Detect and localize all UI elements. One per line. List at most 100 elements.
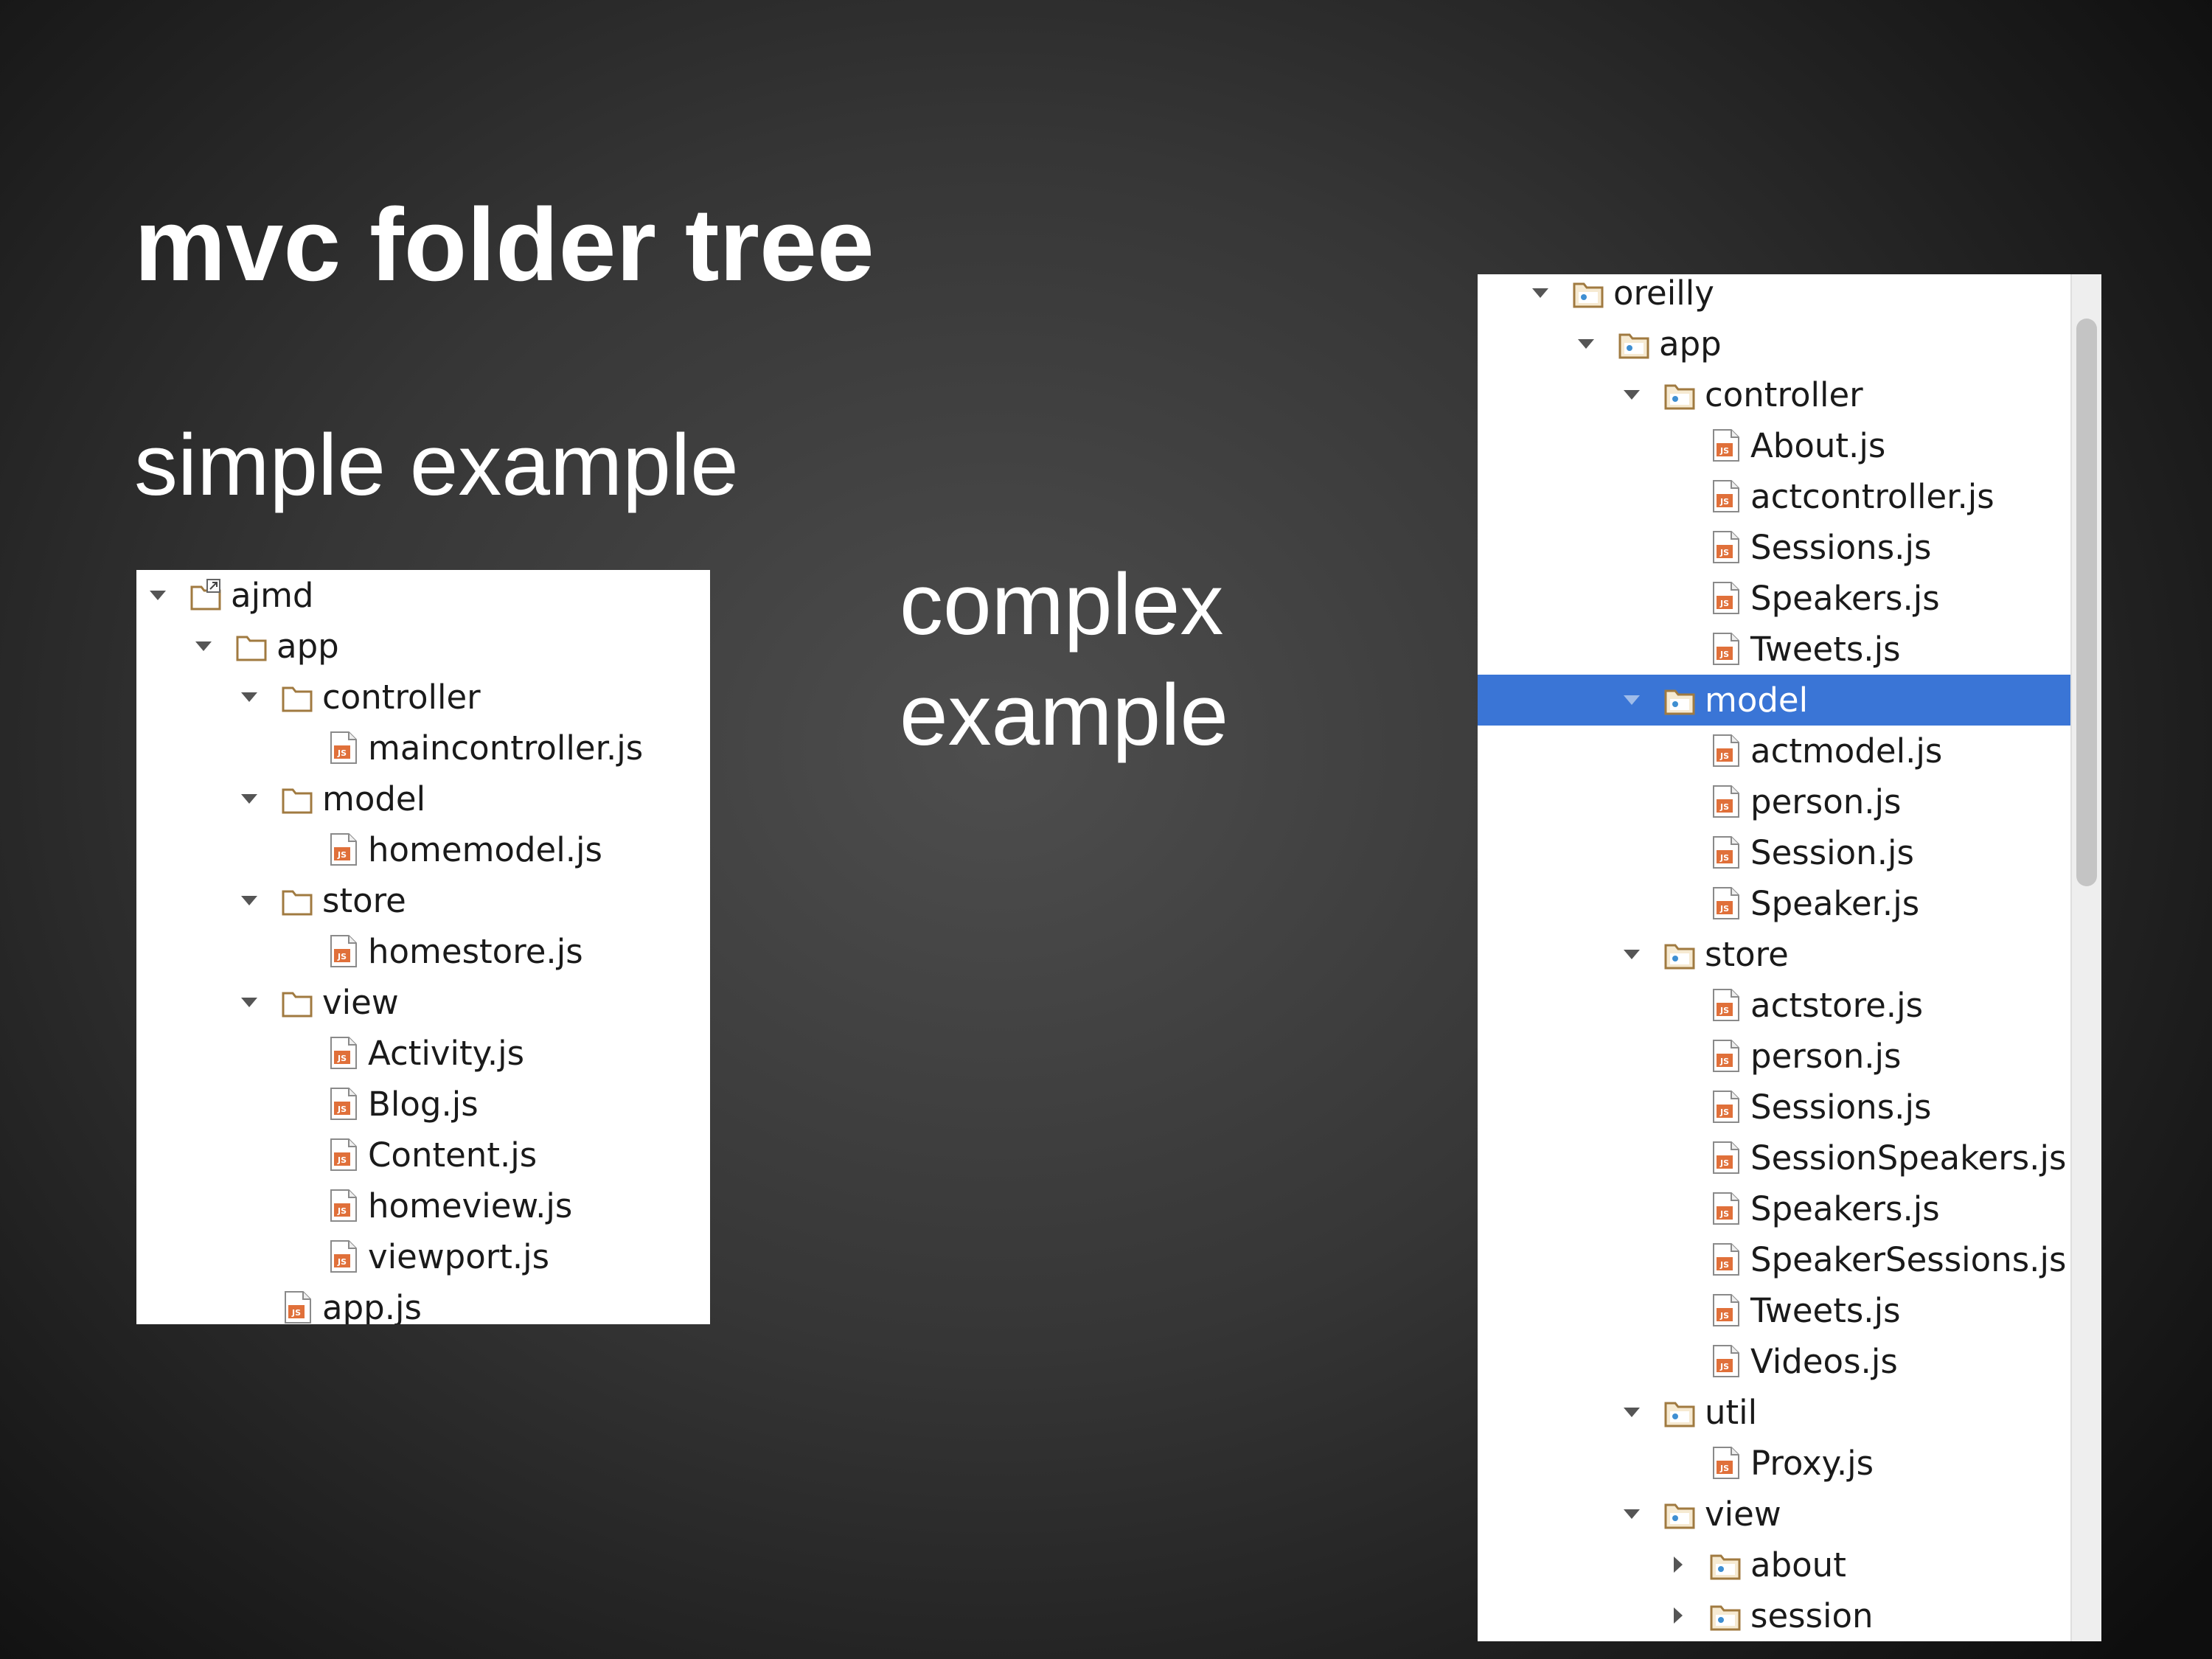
tree-item-label: store <box>322 881 406 920</box>
package-folder-icon <box>1663 1497 1696 1531</box>
tree-item-label: Blog.js <box>368 1085 479 1124</box>
js-file-icon: JS <box>327 731 359 765</box>
tree-item-label: homeview.js <box>368 1186 573 1225</box>
js-file-icon: JS <box>1709 785 1742 818</box>
tree-row-actstore-js[interactable]: JS actstore.js <box>1478 980 2070 1031</box>
tree-row-store[interactable]: store <box>136 875 710 926</box>
tree-row-view[interactable]: view <box>1478 1489 2070 1540</box>
expand-arrow-down-icon[interactable] <box>238 889 260 911</box>
expand-arrow-down-icon[interactable] <box>147 584 169 606</box>
expand-arrow-down-icon[interactable] <box>238 686 260 708</box>
complex-folder-tree[interactable]: oreilly app controller JS About.js JS actc… <box>1478 274 2101 1641</box>
tree-row-session-js[interactable]: JS Session.js <box>1478 827 2070 878</box>
expand-arrow-down-icon[interactable] <box>1575 333 1597 355</box>
tree-row-view[interactable]: view <box>136 977 710 1028</box>
tree-row-speakers-js[interactable]: JS Speakers.js <box>1478 1183 2070 1234</box>
js-file-icon: JS <box>1709 530 1742 564</box>
tree-row-sessionspeakers-js[interactable]: JS SessionSpeakers.js <box>1478 1133 2070 1183</box>
js-file-icon: JS <box>1709 988 1742 1022</box>
svg-text:JS: JS <box>337 1257 347 1267</box>
js-file-icon: JS <box>327 1239 359 1273</box>
tree-row-person-js[interactable]: JS person.js <box>1478 1031 2070 1082</box>
expand-arrow-down-icon[interactable] <box>1621 943 1643 965</box>
expand-arrow-down-icon[interactable] <box>1621 689 1643 711</box>
tree-row-maincontroller-js[interactable]: JS maincontroller.js <box>136 723 710 773</box>
tree-row-store[interactable]: store <box>1478 929 2070 980</box>
tree-item-label: app <box>1659 324 1722 364</box>
tree-row-ajmd[interactable]: ajmd <box>136 570 710 621</box>
tree-row-content-js[interactable]: JS Content.js <box>136 1130 710 1180</box>
expand-arrow-down-icon[interactable] <box>1621 383 1643 406</box>
tree-row-sessions-js[interactable]: JS Sessions.js <box>1478 522 2070 573</box>
tree-row-homemodel-js[interactable]: JS homemodel.js <box>136 824 710 875</box>
package-folder-icon <box>1572 276 1604 310</box>
expand-arrow-down-icon[interactable] <box>238 787 260 810</box>
tree-scrollbar-thumb[interactable] <box>2076 319 2097 886</box>
tree-row-homestore-js[interactable]: JS homestore.js <box>136 926 710 977</box>
package-folder-icon <box>1663 378 1696 411</box>
tree-row-util[interactable]: util <box>1478 1387 2070 1438</box>
svg-text:JS: JS <box>1719 1158 1729 1168</box>
expand-arrow-right-icon[interactable] <box>1666 1554 1688 1576</box>
svg-text:JS: JS <box>337 850 347 860</box>
js-file-icon: JS <box>1709 632 1742 666</box>
svg-text:JS: JS <box>337 1054 347 1063</box>
tree-row-app-js[interactable]: JS app.js <box>136 1282 710 1324</box>
folder-icon <box>281 680 313 714</box>
tree-row-actcontroller-js[interactable]: JS actcontroller.js <box>1478 471 2070 522</box>
tree-row-app[interactable]: app <box>1478 319 2070 369</box>
package-folder-icon <box>1709 1599 1742 1632</box>
tree-item-label: model <box>322 779 426 818</box>
tree-row-tweets-js[interactable]: JS Tweets.js <box>1478 1285 2070 1336</box>
svg-text:JS: JS <box>1719 1057 1729 1066</box>
js-file-icon: JS <box>1709 479 1742 513</box>
svg-text:JS: JS <box>1719 1107 1729 1117</box>
tree-row-about[interactable]: about <box>1478 1540 2070 1590</box>
tree-row-tweets-js[interactable]: JS Tweets.js <box>1478 624 2070 675</box>
expand-arrow-right-icon[interactable] <box>1666 1604 1688 1627</box>
tree-row-app[interactable]: app <box>136 621 710 672</box>
js-file-icon: JS <box>327 1036 359 1070</box>
complex-label-line-2: example <box>900 667 1229 764</box>
js-file-icon: JS <box>1709 1192 1742 1225</box>
expand-arrow-down-icon[interactable] <box>238 991 260 1013</box>
js-file-icon: JS <box>1709 581 1742 615</box>
expand-arrow-down-icon[interactable] <box>1529 282 1551 304</box>
tree-row-about-js[interactable]: JS About.js <box>1478 420 2070 471</box>
tree-row-speaker-js[interactable]: JS Speaker.js <box>1478 878 2070 929</box>
expand-arrow-down-icon[interactable] <box>1621 1401 1643 1423</box>
tree-row-person-js[interactable]: JS person.js <box>1478 776 2070 827</box>
tree-scrollbar[interactable] <box>2070 274 2101 1641</box>
tree-item-label: Speakers.js <box>1750 1189 1940 1228</box>
tree-row-model[interactable]: model <box>136 773 710 824</box>
package-folder-icon <box>1663 683 1696 717</box>
js-file-icon: JS <box>1709 1141 1742 1175</box>
svg-text:JS: JS <box>1719 1260 1729 1270</box>
tree-row-session[interactable]: session <box>1478 1590 2070 1641</box>
simple-folder-tree[interactable]: ajmd app controller JS maincontroller.js mod… <box>136 570 710 1324</box>
svg-text:JS: JS <box>1719 650 1729 659</box>
tree-row-oreilly[interactable]: oreilly <box>1478 274 2070 319</box>
js-file-icon: JS <box>1709 835 1742 869</box>
tree-row-activity-js[interactable]: JS Activity.js <box>136 1028 710 1079</box>
tree-row-proxy-js[interactable]: JS Proxy.js <box>1478 1438 2070 1489</box>
tree-row-speakersessions-js[interactable]: JS SpeakerSessions.js <box>1478 1234 2070 1285</box>
tree-row-model[interactable]: model <box>1478 675 2070 726</box>
tree-row-actmodel-js[interactable]: JS actmodel.js <box>1478 726 2070 776</box>
expand-arrow-down-icon[interactable] <box>192 635 215 657</box>
tree-item-label: Session.js <box>1750 833 1914 872</box>
tree-row-speakers-js[interactable]: JS Speakers.js <box>1478 573 2070 624</box>
tree-row-blog-js[interactable]: JS Blog.js <box>136 1079 710 1130</box>
expand-arrow-down-icon[interactable] <box>1621 1503 1643 1525</box>
js-file-icon: JS <box>1709 1446 1742 1480</box>
svg-text:JS: JS <box>1719 497 1729 507</box>
tree-row-sessions-js[interactable]: JS Sessions.js <box>1478 1082 2070 1133</box>
tree-row-videos-js[interactable]: JS Videos.js <box>1478 1336 2070 1387</box>
tree-row-viewport-js[interactable]: JS viewport.js <box>136 1231 710 1282</box>
tree-row-controller[interactable]: controller <box>1478 369 2070 420</box>
svg-text:JS: JS <box>1719 802 1729 812</box>
tree-item-label: controller <box>1705 375 1863 414</box>
tree-row-controller[interactable]: controller <box>136 672 710 723</box>
tree-row-homeview-js[interactable]: JS homeview.js <box>136 1180 710 1231</box>
project-folder-icon <box>189 578 222 612</box>
